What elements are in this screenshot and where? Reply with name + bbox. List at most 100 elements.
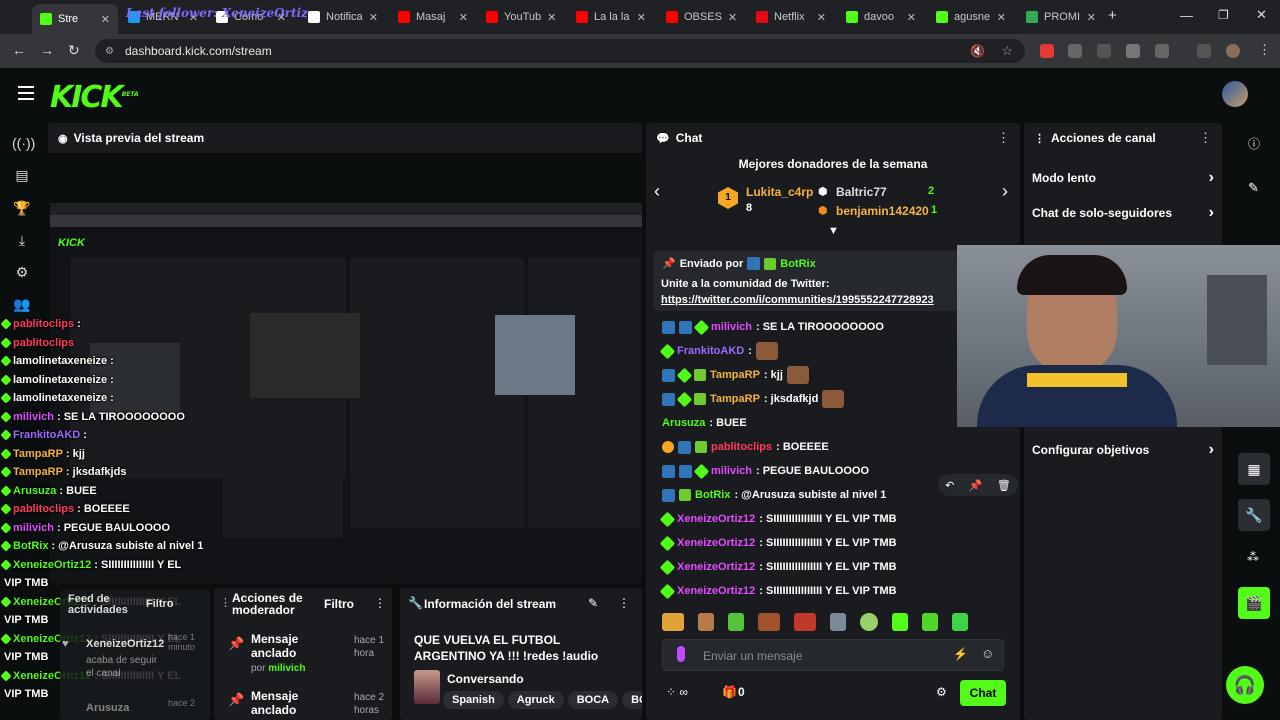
tab-close-icon[interactable]: ✕ [728, 11, 744, 24]
emote[interactable] [952, 613, 968, 631]
tab-close-icon[interactable]: ✕ [459, 11, 476, 24]
support-headset-icon[interactable]: 🎧 [1226, 666, 1264, 704]
tag-chip[interactable]: Spanish [443, 691, 504, 709]
stream-live-icon[interactable]: ((·)) [12, 133, 35, 153]
moderator-filter-button[interactable]: Filtro [324, 597, 354, 611]
extension-icon[interactable] [1126, 44, 1140, 58]
emote[interactable] [728, 613, 744, 631]
settings-icon[interactable]: ⚙ [12, 262, 32, 282]
collapse-icon[interactable]: ▼ [828, 225, 839, 237]
chat-message[interactable]: milivich: PEGUE BAULOOOO [662, 461, 869, 481]
tag-chip[interactable]: Agruck [507, 691, 564, 709]
mute-tab-icon[interactable]: 🔇 [970, 44, 985, 58]
bookmark-star-icon[interactable]: ☆ [1001, 43, 1013, 59]
tools-icon[interactable]: 🔧 [1238, 499, 1270, 531]
download-icon[interactable]: ⤓ [12, 230, 32, 250]
emote[interactable] [922, 613, 938, 631]
user-avatar[interactable] [1222, 81, 1248, 107]
window-minimize-icon[interactable]: — [1180, 8, 1193, 23]
pin-message-icon[interactable]: 📌 [969, 479, 983, 492]
trophy-icon[interactable]: 🏆 [12, 198, 32, 218]
chat-message[interactable]: XeneizeOrtiz12: SIIIIIIIIIIIIIIII Y EL V… [659, 533, 897, 553]
activity-user[interactable]: XeneizeOrtiz12 [86, 638, 164, 650]
chat-message[interactable]: BotRix: @Arusuza subiste al nivel 1 [662, 485, 886, 505]
kick-logo[interactable]: KICKBETA [50, 80, 139, 115]
browser-tab[interactable]: YouTub ✕ [478, 6, 564, 28]
tag-chip[interactable]: BOC [622, 691, 642, 709]
extension-icon[interactable] [1068, 44, 1082, 58]
browser-tab[interactable]: Notifica ✕ [300, 6, 386, 28]
browser-tab[interactable]: Masaj ✕ [390, 6, 476, 28]
chat-username[interactable]: TampaRP [710, 369, 760, 381]
window-close-icon[interactable]: ✕ [1256, 7, 1267, 23]
chat-username[interactable]: FrankitoAKD [677, 345, 744, 357]
chat-username[interactable]: TampaRP [710, 393, 760, 405]
chevron-right-icon[interactable]: › [1002, 181, 1008, 202]
edit-pencil-icon[interactable]: ✎ [588, 596, 598, 610]
reload-icon[interactable]: ↻ [68, 42, 80, 59]
reply-icon[interactable]: ↶ [945, 479, 954, 492]
emote[interactable] [698, 613, 714, 631]
browser-tab[interactable]: PROMI ✕ [1018, 6, 1104, 28]
tab-close-icon[interactable]: ✕ [547, 11, 564, 24]
kebab-menu-icon[interactable]: ⋮ [1199, 130, 1212, 146]
tab-close-icon[interactable]: ✕ [817, 11, 834, 24]
chevron-left-icon[interactable]: ‹ [654, 181, 660, 202]
tab-close-icon[interactable]: ✕ [101, 13, 118, 26]
donor-name[interactable]: Lukita_c4rp [746, 185, 813, 199]
chat-message[interactable]: TampaRP: kjj [662, 365, 809, 385]
goals-item[interactable]: Configurar objetivos › [1032, 435, 1214, 465]
window-restore-icon[interactable]: ❐ [1218, 8, 1229, 22]
browser-tab[interactable]: Stre ✕ [32, 4, 118, 34]
kebab-menu-icon[interactable]: ⋮ [997, 130, 1010, 146]
emote[interactable] [758, 613, 780, 631]
profile-avatar[interactable] [1226, 44, 1240, 58]
extensions-puzzle-icon[interactable] [1155, 44, 1169, 58]
chat-message[interactable]: XeneizeOrtiz12: SIIIIIIIIIIIIIIII Y EL V… [659, 509, 897, 529]
commands-icon[interactable]: ⚡ [953, 647, 968, 661]
chat-message[interactable]: Arusuza: BUEE [662, 413, 747, 433]
tab-close-icon[interactable]: ✕ [1087, 11, 1104, 24]
back-icon[interactable]: ← [12, 42, 26, 58]
emoji-icon[interactable]: ☺ [981, 646, 994, 661]
edit-pencil-icon[interactable]: ✎ [1248, 180, 1259, 196]
browser-tab[interactable]: Netflix ✕ [748, 6, 834, 28]
chat-username[interactable]: Arusuza [662, 417, 705, 429]
users-icon[interactable]: 👥 [12, 294, 32, 314]
activity-next-user[interactable]: Arusuza [86, 702, 129, 714]
chat-username[interactable]: milivich [711, 465, 752, 477]
info-icon[interactable]: ⓘ [1248, 135, 1260, 152]
emote[interactable] [892, 613, 908, 631]
browser-tab[interactable]: La la la ✕ [568, 6, 654, 28]
kebab-menu-icon[interactable]: ⋮ [618, 596, 630, 610]
dashboard-icon[interactable]: ▤ [12, 165, 32, 185]
emote[interactable] [830, 613, 846, 631]
chat-username[interactable]: XeneizeOrtiz12 [677, 513, 755, 525]
browser-menu-icon[interactable]: ⋮ [1258, 42, 1271, 58]
stream-category[interactable]: Conversando [447, 672, 524, 686]
chat-username[interactable]: pablitoclips [711, 441, 772, 453]
pinned-link[interactable]: https://twitter.com/i/communities/199555… [661, 294, 934, 306]
activity-filter-button[interactable]: Filtro [146, 598, 174, 610]
chat-message[interactable]: TampaRP: jksdafkjd [662, 389, 845, 409]
browser-tab[interactable]: OBSES ✕ [658, 6, 744, 28]
tab-close-icon[interactable]: ✕ [369, 11, 386, 24]
chat-input[interactable]: Enviar un mensaje ⚡ ☺ [662, 639, 1004, 671]
emote[interactable] [794, 613, 816, 631]
chat-username[interactable]: XeneizeOrtiz12 [677, 561, 755, 573]
chat-username[interactable]: XeneizeOrtiz12 [677, 537, 755, 549]
mod-action-user[interactable]: milivich [268, 663, 305, 674]
url-field[interactable]: ⚙ dashboard.kick.com/stream 🔇 ☆ [95, 39, 1025, 63]
community-icon[interactable]: ⁘ ∞ [666, 685, 688, 699]
forward-icon[interactable]: → [40, 42, 54, 58]
new-tab-icon[interactable]: + [1108, 7, 1117, 24]
donor-name[interactable]: benjamin142420 [836, 204, 929, 218]
adblock-extension-icon[interactable] [1040, 44, 1054, 58]
kebab-menu-icon[interactable]: ⋮ [374, 596, 386, 610]
tab-close-icon[interactable]: ✕ [907, 11, 924, 24]
pinned-sender[interactable]: BotRix [780, 258, 815, 270]
chat-message[interactable]: milivich: SE LA TIROOOOOOOO [662, 317, 884, 337]
tab-close-icon[interactable]: ✕ [997, 11, 1014, 24]
hamburger-menu-icon[interactable] [18, 86, 34, 100]
slow-mode-item[interactable]: Modo lento › [1032, 163, 1214, 193]
